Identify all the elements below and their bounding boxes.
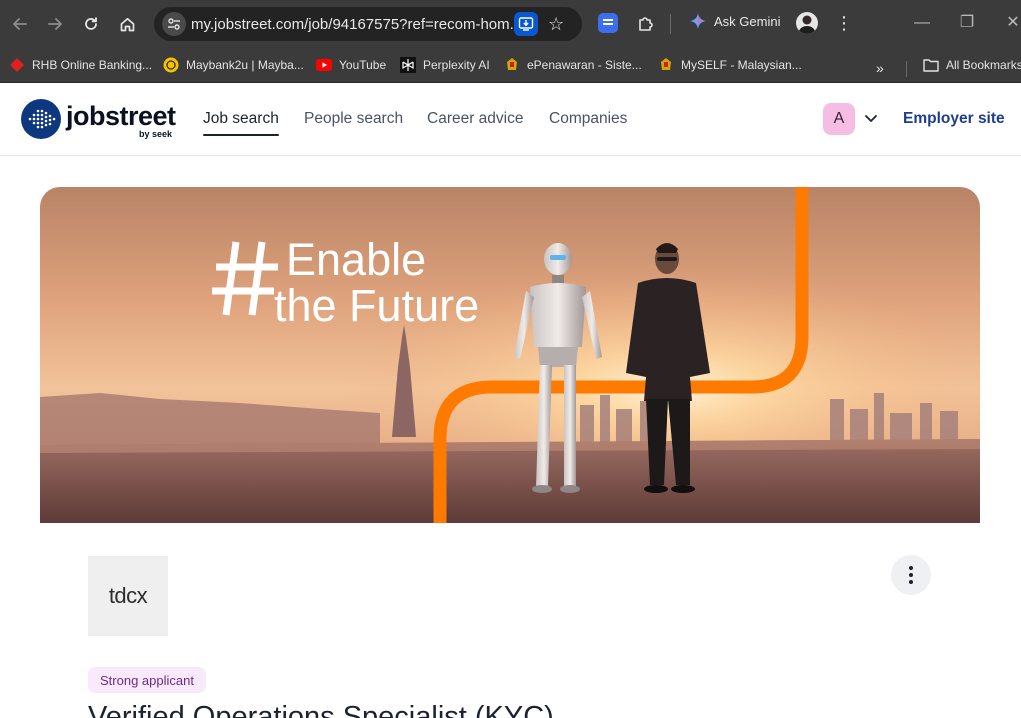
- bookmark-label: YouTube: [339, 58, 387, 72]
- bookmark-youtube[interactable]: YouTube: [316, 54, 386, 76]
- bookmarks-bar: RHB Online Banking... Maybank2u | Mayba.…: [0, 48, 1021, 83]
- jobstreet-wordmark[interactable]: jobstreet: [66, 101, 176, 131]
- more-vertical-icon: [909, 566, 913, 584]
- gemini-sparkle-icon: [690, 13, 706, 29]
- nav-people-search[interactable]: People search: [304, 110, 403, 128]
- bookmark-myself[interactable]: MySELF - Malaysian...: [658, 54, 802, 76]
- bookmark-rhb[interactable]: RHB Online Banking...: [9, 54, 152, 76]
- ask-gemini-label: Ask Gemini: [714, 13, 781, 29]
- bookmark-star-icon[interactable]: ☆: [548, 13, 564, 35]
- jata-negara-icon: [504, 57, 520, 73]
- site-settings-icon[interactable]: [162, 12, 186, 36]
- company-banner: Enable the Future: [40, 187, 980, 523]
- headline-line-1: Enable: [286, 234, 426, 285]
- forward-button[interactable]: [43, 12, 67, 36]
- profile-avatar-icon[interactable]: [796, 12, 818, 34]
- close-window-icon[interactable]: ✕: [1001, 10, 1021, 36]
- youtube-icon: [316, 57, 332, 73]
- install-app-icon[interactable]: [514, 12, 538, 36]
- banner-image: Enable the Future: [40, 187, 980, 523]
- employer-site-link[interactable]: Employer site: [903, 110, 1005, 128]
- arrow-left-icon: [13, 18, 27, 30]
- bookmark-label: RHB Online Banking...: [32, 58, 153, 72]
- extensions-puzzle-icon[interactable]: [636, 13, 656, 33]
- more-options-button[interactable]: [891, 555, 931, 595]
- user-avatar[interactable]: A: [823, 103, 855, 135]
- browser-toolbar: my.jobstreet.com/job/94167575?ref=recom-…: [0, 0, 1021, 48]
- more-bookmarks-icon[interactable]: »: [876, 60, 884, 76]
- jata-negara-icon: [658, 57, 674, 73]
- bookmark-divider: [906, 61, 907, 77]
- nav-job-search[interactable]: Job search: [203, 110, 279, 128]
- jobstreet-logo-icon[interactable]: [21, 99, 61, 139]
- bookmark-perplexity[interactable]: Perplexity AI: [400, 54, 490, 76]
- reload-button[interactable]: [79, 12, 103, 36]
- ask-gemini-button[interactable]: Ask Gemini: [690, 13, 780, 29]
- reload-icon: [85, 17, 97, 30]
- maybank-tiger-icon: [163, 57, 179, 73]
- restore-icon[interactable]: ❐: [955, 10, 979, 36]
- bookmark-label: Maybank2u | Mayba...: [186, 58, 304, 72]
- nav-career-advice[interactable]: Career advice: [427, 110, 524, 128]
- headline-line-2: the Future: [274, 280, 479, 331]
- address-bar[interactable]: my.jobstreet.com/job/94167575?ref=recom-…: [154, 7, 582, 41]
- bookmark-maybank[interactable]: Maybank2u | Mayba...: [163, 54, 304, 76]
- back-button[interactable]: [8, 12, 32, 36]
- folder-icon: [923, 57, 939, 73]
- job-title: Verified Operations Specialist (KYC): [88, 701, 554, 718]
- browser-menu-icon[interactable]: ⋮: [834, 12, 854, 34]
- toolbar-divider: [670, 14, 671, 34]
- site-header: jobstreet by seek Job search People sear…: [0, 83, 1021, 156]
- by-seek-label: by seek: [139, 129, 173, 139]
- home-button[interactable]: [115, 12, 139, 36]
- bookmark-label: ePenawaran - Siste...: [527, 58, 642, 72]
- bookmark-label: Perplexity AI: [423, 58, 490, 72]
- company-logo[interactable]: tdcx: [88, 556, 168, 636]
- bookmark-label: MySELF - Malaysian...: [681, 58, 802, 72]
- strong-applicant-badge: Strong applicant: [88, 667, 206, 693]
- all-bookmarks-label: All Bookmarks: [946, 58, 1021, 72]
- home-icon: [120, 17, 134, 31]
- extension-icon[interactable]: [598, 13, 618, 33]
- url-text[interactable]: my.jobstreet.com/job/94167575?ref=recom-…: [191, 16, 522, 33]
- chevron-down-icon[interactable]: [862, 109, 880, 127]
- bookmark-epenawaran[interactable]: ePenawaran - Siste...: [504, 54, 642, 76]
- nav-active-indicator: [203, 134, 279, 136]
- rhb-diamond-icon: [9, 57, 25, 73]
- nav-companies[interactable]: Companies: [549, 110, 627, 128]
- all-bookmarks-folder[interactable]: All Bookmarks: [923, 54, 1021, 76]
- arrow-right-icon: [48, 18, 62, 30]
- minimize-icon[interactable]: —: [910, 10, 934, 36]
- perplexity-icon: [400, 57, 416, 73]
